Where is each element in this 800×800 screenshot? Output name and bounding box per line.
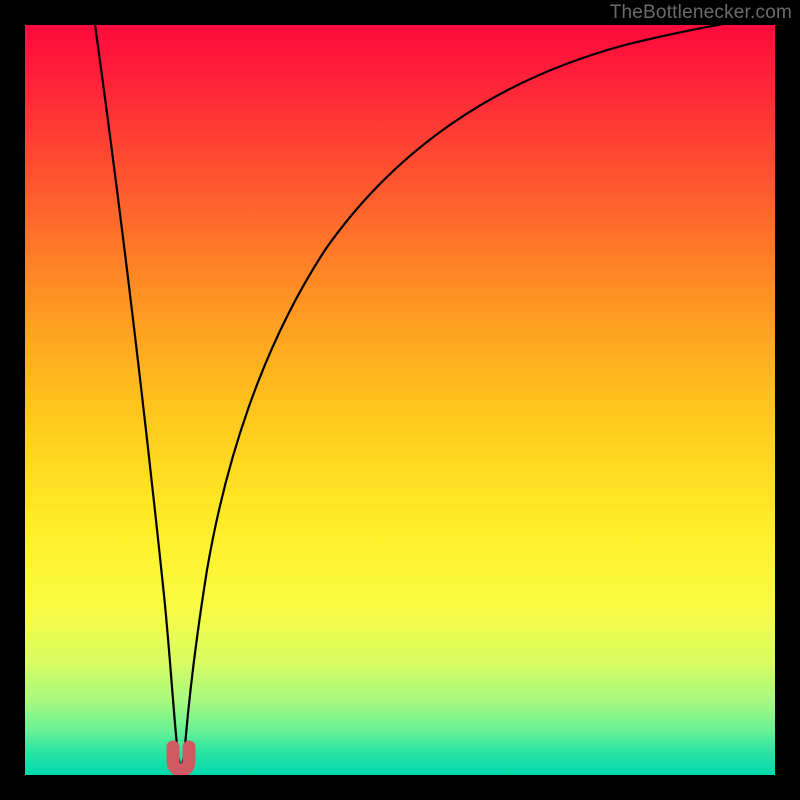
chart-frame: TheBottlenecker.com bbox=[0, 0, 800, 800]
plot-area bbox=[25, 25, 775, 775]
watermark-text: TheBottlenecker.com bbox=[610, 2, 792, 24]
curve-layer bbox=[25, 25, 775, 775]
bottleneck-curve bbox=[75, 25, 775, 766]
optimum-marker bbox=[173, 747, 189, 770]
